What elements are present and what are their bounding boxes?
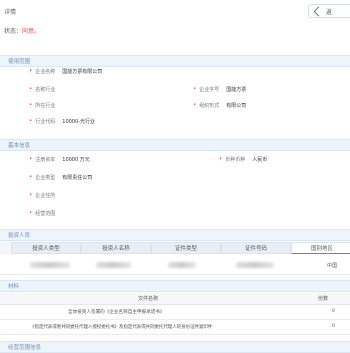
field-org-form: • 组织形式 有限公司 <box>193 102 246 109</box>
section-usage-title: 使用范围 <box>8 59 31 65</box>
required-icon: • <box>29 173 33 180</box>
field-industry: • 所在行业 <box>29 102 62 109</box>
required-icon: • <box>29 85 33 92</box>
field-value: 10000-光行业 <box>62 119 95 125</box>
field-label: 组织形式 <box>199 103 220 109</box>
field-reg-capital: • 注册资本 10000 万元 <box>29 156 90 163</box>
field-company-name: • 企业名称 国能方票有限公司 <box>29 68 102 75</box>
section-files: 材料 <box>0 280 350 292</box>
header-investor-name[interactable]: 投资人名称 <box>81 242 151 254</box>
field-value: 有限责任公司 <box>62 175 93 181</box>
header-file-name: 文件名称 <box>138 296 159 302</box>
field-label: 企业字号 <box>199 87 220 93</box>
file-count: 0 <box>332 309 335 314</box>
file-table-header: 文件名称 份数 <box>0 293 350 305</box>
field-business-scope: • 经营范围 <box>29 210 62 217</box>
field-label: 行业代码 <box>35 119 56 125</box>
field-value: 国能方票有限公司 <box>62 69 103 75</box>
country-value: 中国 <box>327 263 338 269</box>
header-country[interactable]: 国别地区 <box>291 242 350 254</box>
section-usage: 使用范围 <box>0 55 350 67</box>
investor-table-header: 投资人类型 投资人名称 证件类型 证件号码 国别地区 <box>0 242 350 254</box>
redacted-cell <box>30 262 70 268</box>
status-value: 同意。 <box>22 28 41 35</box>
section-investor-title: 投资人员 <box>8 233 31 239</box>
status-label: 状态： <box>4 28 23 35</box>
header-count: 份数 <box>318 296 329 302</box>
required-icon: • <box>29 117 33 124</box>
field-label: 企业住所 <box>35 193 56 199</box>
header-investor-type[interactable]: 投资人类型 <box>11 242 81 254</box>
field-value: 有限公司 <box>226 103 247 109</box>
required-icon: • <box>193 101 197 108</box>
required-icon: • <box>219 155 223 162</box>
field-name-industry: • 名称行业 <box>29 86 62 93</box>
status-line: 状态：同意。 <box>4 26 40 35</box>
section-basic-title: 基本信息 <box>8 143 31 149</box>
file-name: 《指定代表或者共同委托代理人授权委托书》及指定代表或共同委托代理人的身份证件复印… <box>30 325 213 330</box>
file-count: 0 <box>332 324 335 329</box>
section-files-title: 材料 <box>8 284 20 290</box>
field-value: 人民币 <box>252 157 268 163</box>
field-label: 所在行业 <box>35 103 56 109</box>
divider <box>0 274 350 275</box>
field-label: 名称行业 <box>35 87 56 93</box>
header-id-number[interactable]: 证件号码 <box>221 242 291 254</box>
required-icon: • <box>193 85 197 92</box>
section-bottom: 经营范围信息 <box>0 341 350 353</box>
file-name: 全体投资人签署的《企业名称自主申报承诺书》 <box>68 310 165 315</box>
field-industry-code: • 行业代码 10000-光行业 <box>29 118 95 125</box>
required-icon: • <box>29 155 33 162</box>
back-button-label: 返 <box>326 8 333 16</box>
field-currency: • 币种币种 人民币 <box>219 156 267 163</box>
file-row: 《指定代表或者共同委托代理人授权委托书》及指定代表或共同委托代理人的身份证件复印… <box>0 320 350 335</box>
file-row: 全体投资人签署的《企业名称自主申报承诺书》 0 <box>0 305 350 320</box>
redacted-cell <box>236 262 274 268</box>
field-company-type: • 企业类型 有限责任公司 <box>29 174 92 181</box>
page-title: 详情 <box>4 9 17 16</box>
field-address: • 企业住所 <box>29 192 62 199</box>
field-label: 经营范围 <box>35 211 56 217</box>
section-basic: 基本信息 <box>0 139 350 151</box>
redacted-cell <box>96 262 131 268</box>
chevron-left-icon <box>313 6 324 17</box>
required-icon: • <box>29 209 33 216</box>
required-icon: • <box>29 67 33 74</box>
field-value: 国能方票 <box>226 87 247 93</box>
required-icon: • <box>29 191 33 198</box>
redacted-cell <box>168 262 196 268</box>
field-label: 币种币种 <box>225 157 246 163</box>
required-icon: • <box>29 101 33 108</box>
field-value: 10000 万元 <box>62 157 90 163</box>
field-label: 企业名称 <box>35 69 56 75</box>
section-investor: 投资人员 <box>0 229 350 241</box>
field-label: 企业类型 <box>35 175 56 181</box>
back-button[interactable]: 返 <box>308 4 350 18</box>
field-label: 注册资本 <box>35 157 56 163</box>
header-id-type[interactable]: 证件类型 <box>151 242 221 254</box>
field-company-brand: • 企业字号 国能方票 <box>193 86 246 93</box>
